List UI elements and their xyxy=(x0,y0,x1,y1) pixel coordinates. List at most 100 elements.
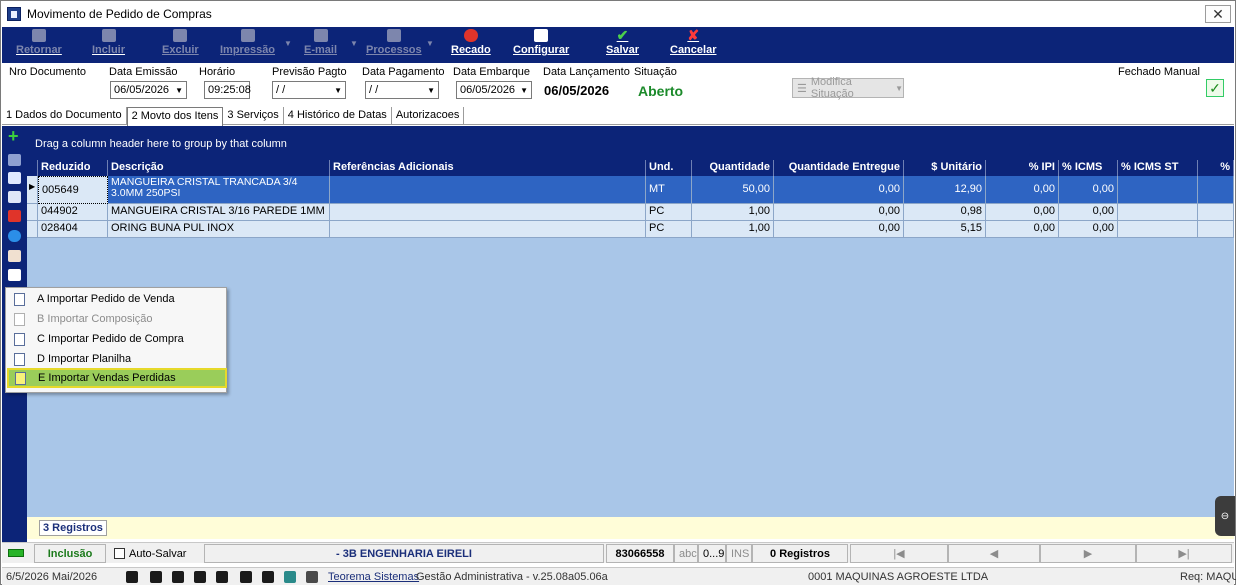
cell-reduzido[interactable]: 044902 xyxy=(38,204,108,221)
instagram-icon[interactable] xyxy=(172,571,184,583)
nav-prev-button[interactable]: ◀ xyxy=(948,544,1040,563)
cell-und[interactable]: MT xyxy=(646,176,692,204)
col-descricao[interactable]: Descrição xyxy=(108,160,330,176)
auto-salvar-toggle[interactable]: Auto-Salvar xyxy=(110,544,202,563)
cell-unitario[interactable]: 5,15 xyxy=(904,221,986,238)
configurar-button[interactable]: Configurar xyxy=(513,29,569,61)
cell-qtd-entregue[interactable]: 0,00 xyxy=(774,176,904,204)
headset-icon[interactable] xyxy=(126,571,138,583)
chevron-down-icon[interactable]: ▼ xyxy=(334,86,342,95)
menu-item-importar-pedido-compra[interactable]: C Importar Pedido de Compra xyxy=(8,329,224,349)
edit-item-icon[interactable] xyxy=(8,154,21,166)
incluir-button[interactable]: Incluir xyxy=(92,29,125,61)
nav-next-button[interactable]: ▶ xyxy=(1040,544,1136,563)
close-button[interactable]: ✕ xyxy=(1205,5,1231,23)
cell-icms-st[interactable] xyxy=(1118,204,1198,221)
col-ipi[interactable]: % IPI xyxy=(986,160,1059,176)
col-und[interactable]: Und. xyxy=(646,160,692,176)
table-row[interactable]: ▶ 005649 MANGUEIRA CRISTAL TRANCADA 3/4 … xyxy=(27,176,1234,204)
cell-icms-st[interactable] xyxy=(1118,176,1198,204)
email-button[interactable]: E-mail xyxy=(304,29,337,61)
home-icon[interactable] xyxy=(306,571,318,583)
tab-movto-itens[interactable]: 2 Movto dos Itens xyxy=(126,107,224,126)
cell-percent[interactable] xyxy=(1198,221,1234,238)
previsao-pagto-field[interactable]: / / ▼ xyxy=(272,81,346,99)
import-icon[interactable] xyxy=(8,269,21,281)
info-icon[interactable] xyxy=(8,230,21,242)
auto-salvar-checkbox[interactable] xyxy=(114,548,125,559)
facebook-icon[interactable] xyxy=(262,571,274,583)
x-icon[interactable] xyxy=(240,571,252,583)
col-reduzido[interactable]: Reduzido xyxy=(38,160,108,176)
cancelar-button[interactable]: ✘ Cancelar xyxy=(670,28,716,61)
chevron-down-icon[interactable]: ▼ xyxy=(427,86,435,95)
cell-descricao[interactable]: MANGUEIRA CRISTAL 3/16 PAREDE 1MM xyxy=(108,204,330,221)
cell-ipi[interactable]: 0,00 xyxy=(986,176,1059,204)
cell-unitario[interactable]: 0,98 xyxy=(904,204,986,221)
tab-autorizacoes[interactable]: Autorizacoes xyxy=(392,107,465,125)
recado-button[interactable]: Recado xyxy=(451,29,491,61)
cell-unitario[interactable]: 12,90 xyxy=(904,176,986,204)
cell-referencias[interactable] xyxy=(330,204,646,221)
book-icon[interactable] xyxy=(8,250,21,262)
cell-qtd-entregue[interactable]: 0,00 xyxy=(774,221,904,238)
cell-icms-st[interactable] xyxy=(1118,221,1198,238)
delete-icon[interactable] xyxy=(8,210,21,222)
cell-icms[interactable]: 0,00 xyxy=(1059,176,1118,204)
col-quantidade-entregue[interactable]: Quantidade Entregue xyxy=(774,160,904,176)
salvar-button[interactable]: ✔ Salvar xyxy=(606,28,639,61)
col-icms[interactable]: % ICMS xyxy=(1059,160,1118,176)
cell-ipi[interactable]: 0,00 xyxy=(986,204,1059,221)
cell-qtd-entregue[interactable]: 0,00 xyxy=(774,204,904,221)
menu-item-importar-vendas-perdidas[interactable]: E Importar Vendas Perdidas xyxy=(7,368,227,388)
chevron-down-icon[interactable]: ▼ xyxy=(175,86,183,95)
processos-button[interactable]: Processos xyxy=(366,29,422,61)
nav-first-button[interactable]: |◀ xyxy=(850,544,948,563)
data-emissao-field[interactable]: 06/05/2026 ▼ xyxy=(110,81,187,99)
linkedin-icon[interactable] xyxy=(194,571,206,583)
add-item-icon[interactable]: + xyxy=(8,127,21,145)
cell-referencias[interactable] xyxy=(330,221,646,238)
fechado-manual-checkbox[interactable]: ✓ xyxy=(1206,79,1224,97)
cell-percent[interactable] xyxy=(1198,204,1234,221)
menu-item-importar-pedido-venda[interactable]: A Importar Pedido de Venda xyxy=(8,289,224,309)
at-icon[interactable] xyxy=(150,571,162,583)
cell-reduzido[interactable]: 005649 xyxy=(38,176,108,204)
excluir-button[interactable]: Excluir xyxy=(162,29,199,61)
note-icon[interactable] xyxy=(8,191,21,203)
cell-icms[interactable]: 0,00 xyxy=(1059,204,1118,221)
cell-percent[interactable] xyxy=(1198,176,1234,204)
cell-quantidade[interactable]: 50,00 xyxy=(692,176,774,204)
cell-quantidade[interactable]: 1,00 xyxy=(692,204,774,221)
cell-referencias[interactable] xyxy=(330,176,646,204)
document-icon[interactable] xyxy=(8,172,21,184)
nav-last-button[interactable]: ▶| xyxy=(1136,544,1232,563)
cell-descricao[interactable]: ORING BUNA PUL INOX xyxy=(108,221,330,238)
table-row[interactable]: 028404 ORING BUNA PUL INOX PC 1,00 0,00 … xyxy=(27,221,1234,238)
tab-historico-datas[interactable]: 4 Histórico de Datas xyxy=(284,107,392,125)
col-percent[interactable]: % xyxy=(1198,160,1234,176)
data-pagamento-field[interactable]: / / ▼ xyxy=(365,81,439,99)
cell-reduzido[interactable]: 028404 xyxy=(38,221,108,238)
email-dropdown-icon[interactable]: ▼ xyxy=(350,39,358,48)
modifica-situacao-button[interactable]: ☰ Modifica Situação ▼ xyxy=(792,76,904,100)
col-quantidade[interactable]: Quantidade xyxy=(692,160,774,176)
menu-item-importar-composicao[interactable]: B Importar Composição xyxy=(8,309,224,329)
cell-icms[interactable]: 0,00 xyxy=(1059,221,1118,238)
tab-dados-documento[interactable]: 1 Dados do Documento xyxy=(2,107,127,125)
impressao-button[interactable]: Impressão xyxy=(220,29,275,61)
col-unitario[interactable]: $ Unitário xyxy=(904,160,986,176)
cell-ipi[interactable]: 0,00 xyxy=(986,221,1059,238)
col-referencias[interactable]: Referências Adicionais xyxy=(330,160,646,176)
teorema-link[interactable]: Teorema Sistemas xyxy=(328,571,419,583)
data-embarque-field[interactable]: 06/05/2026 ▼ xyxy=(456,81,532,99)
menu-item-importar-planilha[interactable]: D Importar Planilha xyxy=(8,349,224,369)
cell-quantidade[interactable]: 1,00 xyxy=(692,221,774,238)
impressao-dropdown-icon[interactable]: ▼ xyxy=(284,39,292,48)
youtube-icon[interactable] xyxy=(216,571,228,583)
horario-field[interactable]: 09:25:08 xyxy=(204,81,251,99)
group-by-bar[interactable]: Drag a column header here to group by th… xyxy=(27,126,1234,160)
processos-dropdown-icon[interactable]: ▼ xyxy=(426,39,434,48)
table-row[interactable]: 044902 MANGUEIRA CRISTAL 3/16 PAREDE 1MM… xyxy=(27,204,1234,221)
cell-descricao[interactable]: MANGUEIRA CRISTAL TRANCADA 3/4 3.0MM 250… xyxy=(108,176,330,204)
